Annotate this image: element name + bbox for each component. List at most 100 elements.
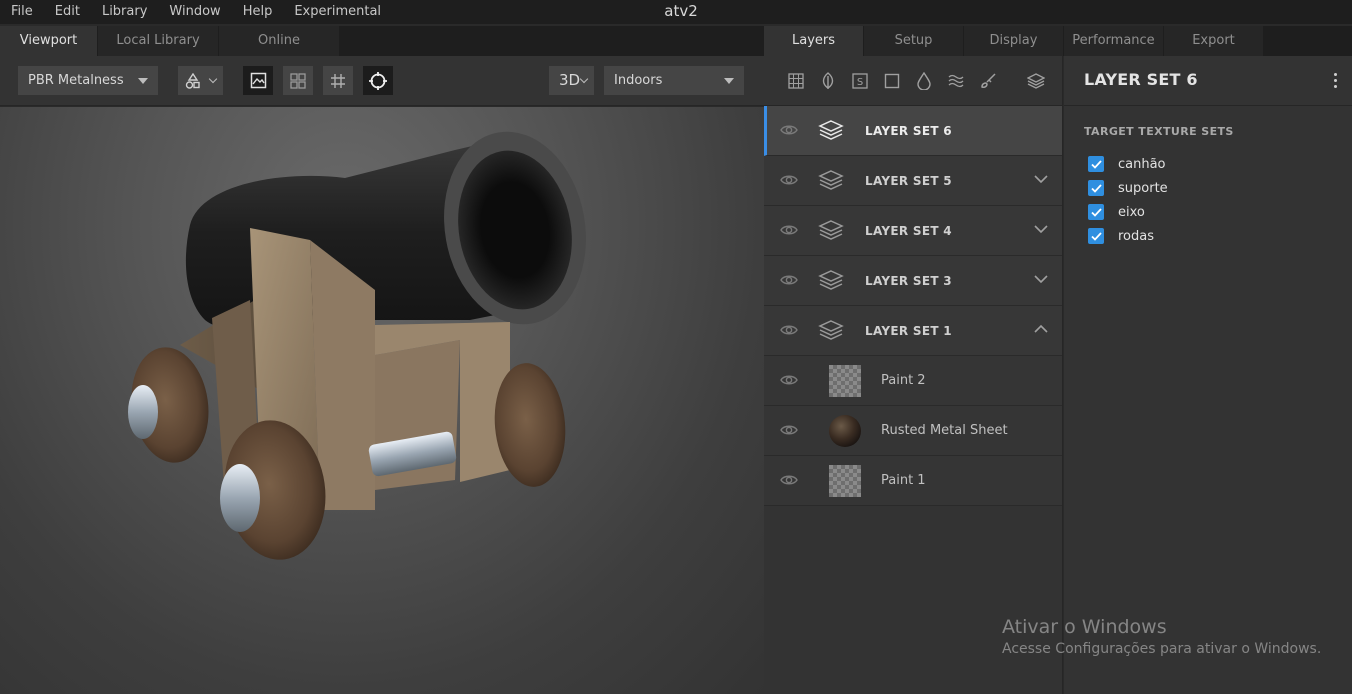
image-view-button[interactable] [243,66,273,95]
shapes-icon [185,72,200,89]
grid-icon [331,73,345,88]
filter-effects-button[interactable] [940,69,972,93]
menu-library[interactable]: Library [91,0,158,24]
shapes-dropdown-button[interactable] [178,66,223,95]
windows-watermark-title: Ativar o Windows [1002,616,1167,638]
layer-row-set-4[interactable]: LAYER SET 4 [764,206,1062,256]
layer-thumbnail [829,465,861,497]
chevron-down-icon[interactable] [1034,224,1048,234]
tab-display[interactable]: Display [964,26,1063,56]
eye-icon[interactable] [780,473,798,487]
texture-set-rodas[interactable]: rodas [1088,227,1154,245]
menu-help[interactable]: Help [232,0,284,24]
layer-row-rusted-metal-sheet[interactable]: Rusted Metal Sheet [764,406,1062,456]
leaf-icon [822,71,834,89]
layer-set-icon [818,120,844,140]
texture-set-label: eixo [1118,204,1145,220]
layer-row-set-1[interactable]: LAYER SET 1 [764,306,1062,356]
eye-icon[interactable] [780,423,798,437]
menu-bar: File Edit Library Window Help Experiment… [0,0,1352,24]
focus-target-button[interactable] [363,66,393,95]
eye-icon[interactable] [780,373,798,387]
filter-paint-button[interactable] [972,69,1004,93]
texture-set-eixo[interactable]: eixo [1088,203,1145,221]
chevron-down-icon [208,74,218,84]
eye-icon[interactable] [780,273,798,287]
menu-edit[interactable]: Edit [44,0,91,24]
filter-fill-button[interactable] [876,69,908,93]
chevron-down-icon[interactable] [1034,274,1048,284]
shader-mode-label: PBR Metalness [28,73,124,88]
menu-file[interactable]: File [0,0,44,24]
layer-name: LAYER SET 1 [865,323,952,338]
checkbox[interactable] [1088,156,1104,172]
s-box-icon: S [852,72,868,89]
tab-performance[interactable]: Performance [1064,26,1163,56]
grid-toggle-button[interactable] [323,66,353,95]
tab-export[interactable]: Export [1164,26,1263,56]
layer-row-set-5[interactable]: LAYER SET 5 [764,156,1062,206]
check-icon [1090,183,1102,193]
layer-thumbnail [829,365,861,397]
texture-set-label: canhão [1118,156,1166,172]
layer-set-icon [818,170,844,190]
filter-smart-material-button[interactable]: S [844,69,876,93]
properties-header: LAYER SET 6 [1064,56,1352,106]
checkbox[interactable] [1088,180,1104,196]
texture-set-suporte[interactable]: suporte [1088,179,1168,197]
tab-online[interactable]: Online [219,26,339,56]
right-tab-bar: Layers Setup Display Performance Export [764,26,1352,56]
split-view-button[interactable] [283,66,313,95]
layer-name: LAYER SET 3 [865,273,952,288]
layer-row-paint-2[interactable]: Paint 2 [764,356,1062,406]
layer-row-set-3[interactable]: LAYER SET 3 [764,256,1062,306]
cannon-model [128,131,586,560]
add-layer-set-button[interactable] [1020,69,1052,93]
chevron-up-icon[interactable] [1034,324,1048,334]
section-title: TARGET TEXTURE SETS [1084,125,1234,138]
grid-four-icon [290,72,306,89]
eye-icon[interactable] [780,323,798,337]
layer-name: Paint 1 [881,473,926,488]
texture-set-canhao[interactable]: canhão [1088,155,1166,173]
windows-watermark-text: Acesse Configurações para ativar o Windo… [1002,641,1322,657]
tab-viewport[interactable]: Viewport [0,26,97,56]
filter-mask-button[interactable] [908,69,940,93]
environment-label: Indoors [614,73,663,88]
view-mode-label: 3D [559,71,581,89]
layer-set-icon [818,220,844,240]
tab-local-library[interactable]: Local Library [98,26,218,56]
menu-window[interactable]: Window [158,0,231,24]
menu-experimental[interactable]: Experimental [283,0,392,24]
shader-mode-select[interactable]: PBR Metalness [18,66,158,95]
more-options-icon[interactable] [1334,73,1338,91]
eye-icon[interactable] [780,223,798,237]
layer-name: Rusted Metal Sheet [881,423,1008,438]
layer-filter-bar: S [764,56,1062,106]
tab-layers[interactable]: Layers [764,26,863,56]
check-icon [1090,231,1102,241]
view-mode-select[interactable]: 3D [549,66,594,95]
svg-text:S: S [857,77,863,88]
layer-row-set-6[interactable]: LAYER SET 6 [764,106,1062,156]
check-icon [1090,207,1102,217]
viewport-toolbar: PBR Metalness 3D Indoors [0,56,764,106]
chevron-down-icon[interactable] [1034,174,1048,184]
3d-viewport[interactable] [0,107,764,694]
layer-set-icon [818,270,844,290]
layers-icon [1027,72,1045,89]
checkbox[interactable] [1088,204,1104,220]
texture-set-label: rodas [1118,228,1155,244]
tab-setup[interactable]: Setup [864,26,963,56]
environment-select[interactable]: Indoors [604,66,744,95]
layer-name: LAYER SET 5 [865,173,952,188]
filter-material-button[interactable] [812,69,844,93]
layer-name: LAYER SET 6 [865,123,952,138]
filter-all-button[interactable] [780,69,812,93]
brush-icon [981,72,996,88]
eye-icon[interactable] [780,123,798,137]
layer-row-paint-1[interactable]: Paint 1 [764,456,1062,506]
checkbox[interactable] [1088,228,1104,244]
caret-down-icon [724,78,734,84]
eye-icon[interactable] [780,173,798,187]
